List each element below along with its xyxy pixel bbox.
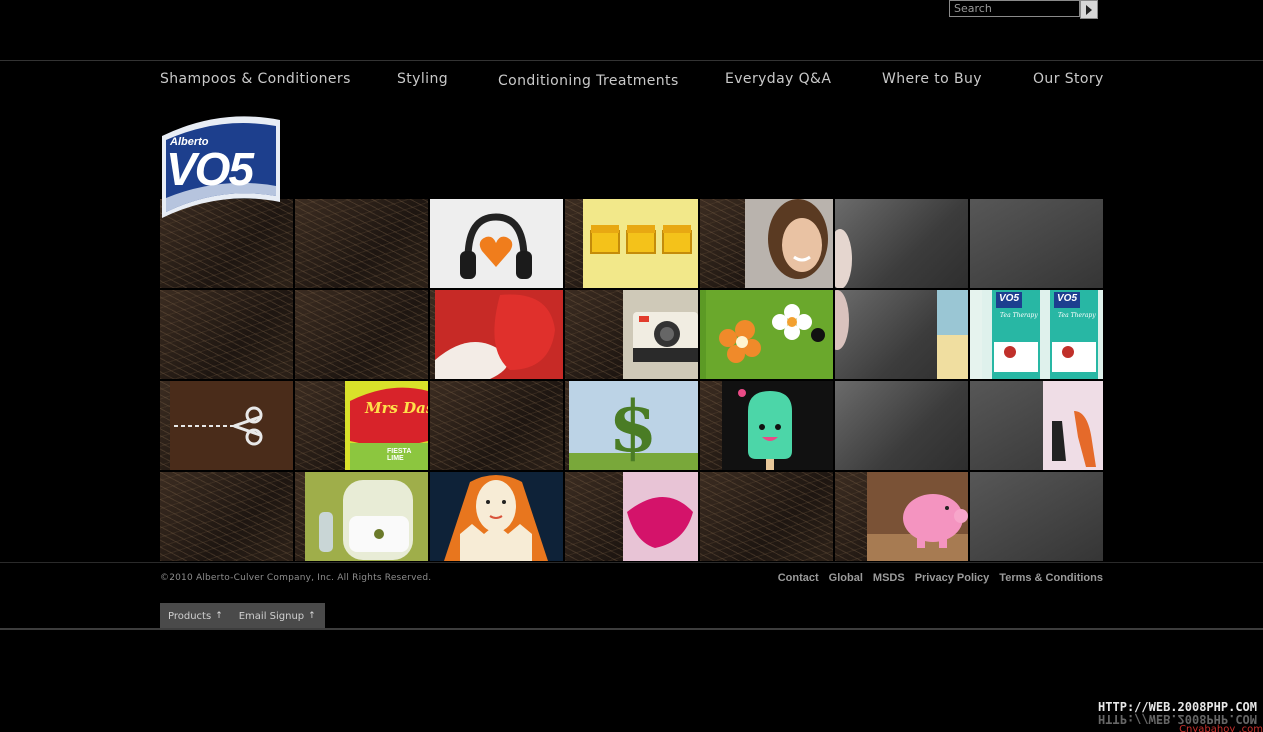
grid-tile-gray-towel[interactable]: [835, 290, 968, 379]
bottle-brand-label-2: VO5: [1057, 293, 1078, 304]
nav-shampoos-conditioners[interactable]: Shampoos & Conditioners: [160, 71, 351, 87]
camera-icon: [623, 290, 698, 379]
nav-our-story[interactable]: Our Story: [1033, 71, 1104, 87]
treasure-chest-icon: [583, 199, 698, 288]
grid-tile-hair[interactable]: [430, 381, 563, 470]
grid-tile-hair[interactable]: [160, 472, 293, 561]
footer-links: Contact Global MSDS Privacy Policy Terms…: [778, 572, 1103, 584]
grid-tile-mrs-dash[interactable]: Mrs Dash FIESTA LIME: [295, 381, 428, 470]
footer-tabs: Products ↑ Email Signup ↑: [160, 603, 325, 629]
grid-tile-camera[interactable]: [565, 290, 698, 379]
grid-tile-flowers[interactable]: [700, 290, 833, 379]
grid-tile-princess[interactable]: [430, 472, 563, 561]
grid-tile-treasure-chests[interactable]: [565, 199, 698, 288]
popsicle-icon: [722, 381, 833, 470]
watermark-reflection: HTTP://WEB.2008PHP.COM: [1098, 712, 1257, 726]
piggy-bank-icon: [867, 472, 968, 561]
spice-box-brand-label: Mrs Dash: [365, 399, 428, 417]
flower-icon: [706, 290, 833, 379]
chair-pillow-icon: [305, 472, 428, 561]
strawberry-icon: [435, 290, 563, 379]
vo5-logo[interactable]: Alberto VO5: [160, 114, 282, 222]
towel-icon: [835, 229, 852, 288]
footer-link-privacy-policy[interactable]: Privacy Policy: [915, 572, 990, 584]
princess-icon: [430, 472, 563, 561]
grid-tile-scissors[interactable]: [160, 381, 293, 470]
grid-tile-chair[interactable]: [295, 472, 428, 561]
nav-everyday-qa[interactable]: Everyday Q&A: [725, 71, 831, 87]
grid-tile-gray[interactable]: [970, 472, 1103, 561]
page: Shampoos & Conditioners Styling Conditio…: [0, 0, 1263, 732]
grid-tile-smiling-woman[interactable]: [700, 199, 833, 288]
shoes-icon: [1043, 381, 1103, 470]
footer-link-msds[interactable]: MSDS: [873, 572, 905, 584]
nav-conditioning-treatments[interactable]: Conditioning Treatments: [498, 73, 679, 89]
footer-link-terms-conditions[interactable]: Terms & Conditions: [999, 572, 1103, 584]
headphones-heart-icon: [430, 199, 563, 288]
scissors-icon: [170, 381, 293, 470]
footer-link-contact[interactable]: Contact: [778, 572, 819, 584]
grid-tile-money-tree[interactable]: $: [565, 381, 698, 470]
grid-tile-gray[interactable]: [970, 199, 1103, 288]
grid-tile-hair[interactable]: [160, 290, 293, 379]
tab-products[interactable]: Products ↑: [168, 611, 223, 622]
logo-brand-big: VO5: [166, 143, 254, 195]
svg-text:$: $: [609, 385, 658, 468]
arrow-up-icon: ↑: [215, 611, 223, 621]
tab-products-label: Products: [168, 610, 212, 622]
nav-where-to-buy[interactable]: Where to Buy: [882, 71, 982, 87]
bottle-line-label-2: Tea Therapy: [1058, 312, 1096, 319]
bottle-line-label: Tea Therapy: [1000, 312, 1038, 319]
copyright-text: ©2010 Alberto-Culver Company, Inc. All R…: [160, 573, 432, 583]
bottle-brand-label: VO5: [999, 293, 1020, 304]
play-arrow-icon: [1086, 4, 1092, 15]
spice-box-flavor-label: FIESTA LIME: [387, 448, 412, 462]
nav-styling[interactable]: Styling: [397, 71, 448, 87]
tab-email-signup[interactable]: Email Signup ↑: [239, 611, 316, 622]
grid-tile-shell[interactable]: [565, 472, 698, 561]
shell-icon: [623, 472, 698, 561]
footer-link-global[interactable]: Global: [829, 572, 863, 584]
grid-tile-strawberry[interactable]: [430, 290, 563, 379]
watermark-sub: Cnyabahoy .com: [1179, 724, 1263, 732]
grid-tile-gray[interactable]: [835, 199, 968, 288]
woman-photo-icon: [745, 199, 833, 288]
search-input[interactable]: [949, 0, 1080, 17]
tab-email-signup-label: Email Signup: [238, 610, 305, 622]
towel-icon: [835, 290, 968, 379]
footer-divider: [0, 562, 1263, 563]
grid-tile-vo5-bottles[interactable]: VO5 VO5 Tea Therapy Tea Therapy: [970, 290, 1103, 379]
footer-bottom-divider: [0, 628, 1263, 630]
grid-tile-piggy-bank[interactable]: [835, 472, 968, 561]
search-box: [949, 0, 1099, 19]
grid-tile-hair[interactable]: [700, 472, 833, 561]
grid-tile-popsicle[interactable]: [700, 381, 833, 470]
arrow-up-icon: ↑: [308, 611, 316, 621]
dollar-tree-icon: $: [569, 381, 698, 470]
grid-tile-hair[interactable]: [295, 199, 428, 288]
search-submit-button[interactable]: [1080, 0, 1098, 19]
grid-tile-headphones[interactable]: [430, 199, 563, 288]
grid-tile-gray-hair[interactable]: [835, 381, 968, 470]
watermark: HTTP://WEB.2008PHP.COM HTTP://WEB.2008PH…: [1098, 700, 1257, 726]
grid-tile-hair[interactable]: [295, 290, 428, 379]
image-grid: VO5 VO5 Tea Therapy Tea Therapy Mrs Dash: [160, 199, 1103, 561]
main-nav: Shampoos & Conditioners Styling Conditio…: [0, 61, 1263, 101]
vo5-bottles-icon: [982, 290, 1103, 379]
grid-tile-shoes[interactable]: [970, 381, 1103, 470]
